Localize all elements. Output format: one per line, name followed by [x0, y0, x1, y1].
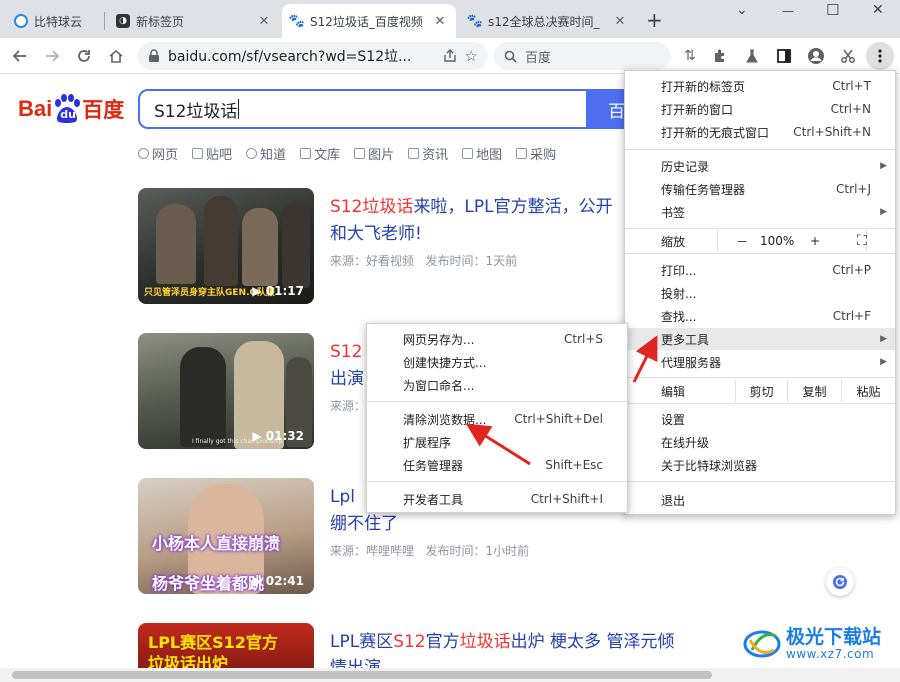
watermark-title: 极光下载站 — [786, 626, 882, 648]
annotation-arrow-clear-data — [465, 423, 531, 466]
aurora-logo-icon — [743, 630, 781, 658]
watermark-url: www.xz7.com — [786, 647, 875, 661]
annotation-arrow-more-tools — [632, 335, 658, 383]
annotation-arrows — [465, 335, 658, 466]
site-watermark: 极光下载站 www.xz7.com — [742, 626, 881, 662]
